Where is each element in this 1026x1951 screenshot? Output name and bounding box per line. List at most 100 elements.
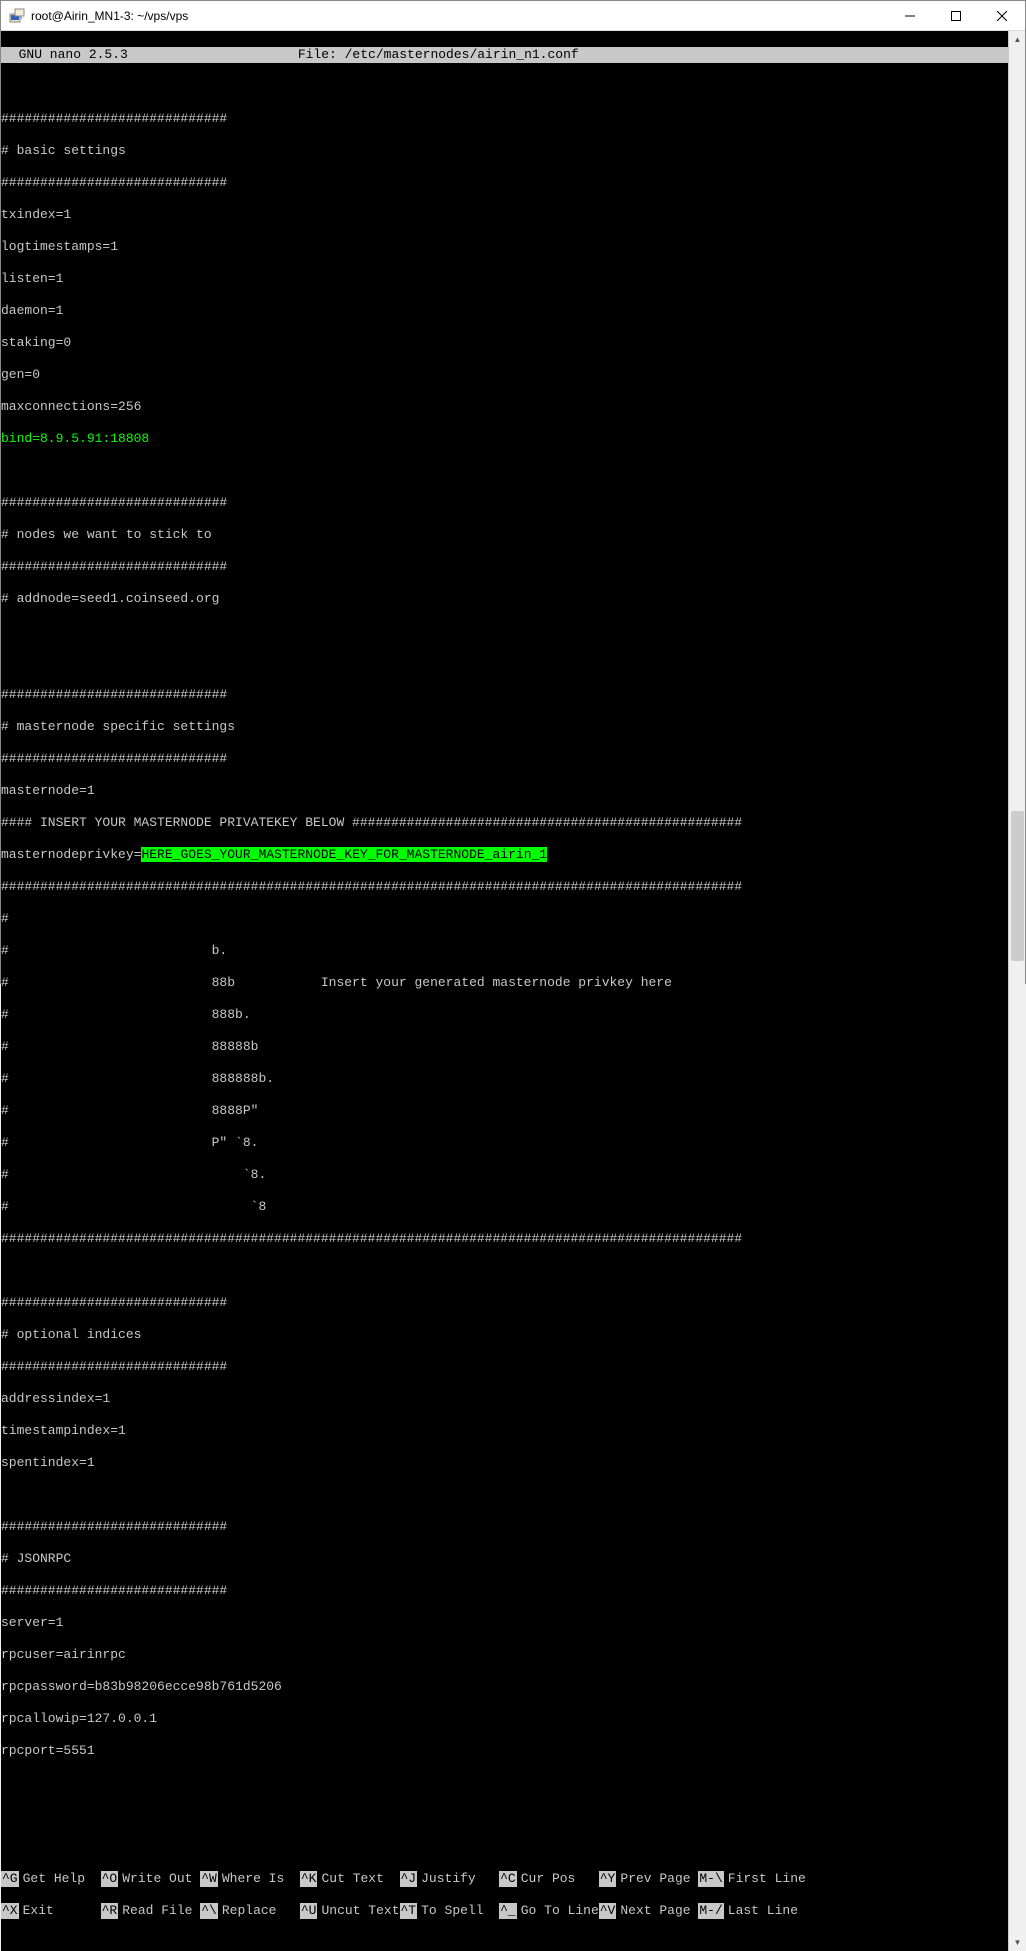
shortcut-key: ^K xyxy=(300,1871,318,1887)
shortcut-label: Where Is xyxy=(222,1871,300,1887)
shortcut-label: Next Page xyxy=(620,1903,698,1919)
shortcut-label: Go To Line xyxy=(521,1903,599,1919)
config-line: gen=0 xyxy=(1,367,1008,383)
config-line-bind: bind=8.9.5.91:18808 xyxy=(1,431,1008,447)
shortcut-label: First Line xyxy=(728,1871,806,1887)
nano-header: GNU nano 2.5.3File: /etc/masternodes/air… xyxy=(1,47,1008,63)
config-line: ############################# xyxy=(1,1295,1008,1311)
shortcut-key: ^C xyxy=(499,1871,517,1887)
config-line: ########################################… xyxy=(1,879,1008,895)
config-line: rpcuser=airinrpc xyxy=(1,1647,1008,1663)
config-line: # masternode specific settings xyxy=(1,719,1008,735)
scroll-thumb[interactable] xyxy=(1011,811,1024,961)
nano-shortcuts-row1: ^GGet Help ^OWrite Out ^WWhere Is ^KCut … xyxy=(1,1871,1008,1887)
shortcut-label: Read File xyxy=(122,1903,200,1919)
shortcut-label: Exit xyxy=(23,1903,101,1919)
terminal-container: GNU nano 2.5.3File: /etc/masternodes/air… xyxy=(1,31,1025,1951)
shortcut-key: ^\ xyxy=(200,1903,218,1919)
config-line: logtimestamps=1 xyxy=(1,239,1008,255)
shortcut-label: Cut Text xyxy=(321,1871,399,1887)
config-line: ############################# xyxy=(1,175,1008,191)
putty-icon xyxy=(9,8,25,24)
config-line: ############################# xyxy=(1,559,1008,575)
putty-window: root@Airin_MN1-3: ~/vps/vps GNU nano 2.5… xyxy=(0,0,1026,984)
ascii-art-line: # 88b Insert your generated masternode p… xyxy=(1,975,1008,991)
config-line: timestampindex=1 xyxy=(1,1423,1008,1439)
ascii-art-line: # b. xyxy=(1,943,1008,959)
shortcut-label: Cur Pos xyxy=(521,1871,599,1887)
shortcut-key: ^O xyxy=(101,1871,119,1887)
shortcut-key: ^V xyxy=(599,1903,617,1919)
blank-line xyxy=(1,1839,1008,1855)
shortcut-label: Last Line xyxy=(728,1903,798,1919)
shortcut-key: ^U xyxy=(300,1903,318,1919)
config-line: ############################# xyxy=(1,1519,1008,1535)
blank-line xyxy=(1,1263,1008,1279)
scrollbar[interactable]: ▲ ▼ xyxy=(1008,31,1025,1951)
config-line: listen=1 xyxy=(1,271,1008,287)
shortcut-key: ^W xyxy=(200,1871,218,1887)
ascii-art-line: # xyxy=(1,911,1008,927)
config-line: ############################# xyxy=(1,751,1008,767)
shortcut-key: ^G xyxy=(1,1871,19,1887)
config-line: # basic settings xyxy=(1,143,1008,159)
config-line: # optional indices xyxy=(1,1327,1008,1343)
shortcut-label: Write Out xyxy=(122,1871,200,1887)
shortcut-key: ^_ xyxy=(499,1903,517,1919)
config-line: txindex=1 xyxy=(1,207,1008,223)
ascii-art-line: # P" `8. xyxy=(1,1135,1008,1151)
config-line: daemon=1 xyxy=(1,303,1008,319)
ascii-art-line: # 8888P" xyxy=(1,1103,1008,1119)
shortcut-key: M-/ xyxy=(698,1903,723,1919)
config-line: rpcallowip=127.0.0.1 xyxy=(1,1711,1008,1727)
config-line: # nodes we want to stick to xyxy=(1,527,1008,543)
shortcut-label: To Spell xyxy=(421,1903,499,1919)
config-line: ############################# xyxy=(1,495,1008,511)
blank-line xyxy=(1,655,1008,671)
config-line: spentindex=1 xyxy=(1,1455,1008,1471)
ascii-art-line: # 888888b. xyxy=(1,1071,1008,1087)
privkey-prefix: masternodeprivkey= xyxy=(1,847,141,862)
scroll-up-icon[interactable]: ▲ xyxy=(1009,31,1026,48)
blank-line xyxy=(1,1487,1008,1503)
maximize-button[interactable] xyxy=(933,1,979,31)
config-line: ############################# xyxy=(1,1359,1008,1375)
privkey-line: masternodeprivkey=HERE_GOES_YOUR_MASTERN… xyxy=(1,847,1008,863)
config-line: # JSONRPC xyxy=(1,1551,1008,1567)
config-line: rpcpassword=b83b98206ecce98b761d5206 xyxy=(1,1679,1008,1695)
shortcut-key: ^T xyxy=(400,1903,418,1919)
config-line: maxconnections=256 xyxy=(1,399,1008,415)
ascii-art-line: # `8. xyxy=(1,1167,1008,1183)
titlebar[interactable]: root@Airin_MN1-3: ~/vps/vps xyxy=(1,1,1025,31)
config-line: ############################# xyxy=(1,111,1008,127)
config-line: addressindex=1 xyxy=(1,1391,1008,1407)
shortcut-label: Replace xyxy=(222,1903,300,1919)
minimize-button[interactable] xyxy=(887,1,933,31)
blank-line xyxy=(1,463,1008,479)
config-line: server=1 xyxy=(1,1615,1008,1631)
shortcut-label: Prev Page xyxy=(620,1871,698,1887)
shortcut-key: ^R xyxy=(101,1903,119,1919)
window-title: root@Airin_MN1-3: ~/vps/vps xyxy=(31,9,887,23)
shortcut-key: M-\ xyxy=(698,1871,723,1887)
blank-line xyxy=(1,1807,1008,1823)
shortcut-key: ^Y xyxy=(599,1871,617,1887)
shortcut-label: Justify xyxy=(421,1871,499,1887)
config-line: #### INSERT YOUR MASTERNODE PRIVATEKEY B… xyxy=(1,815,1008,831)
config-line: rpcport=5551 xyxy=(1,1743,1008,1759)
privkey-placeholder: HERE_GOES_YOUR_MASTERNODE_KEY_FOR_MASTER… xyxy=(141,847,547,862)
close-button[interactable] xyxy=(979,1,1025,31)
ascii-art-line: # 88888b xyxy=(1,1039,1008,1055)
shortcut-key: ^J xyxy=(400,1871,418,1887)
blank-line xyxy=(1,623,1008,639)
shortcut-label: Get Help xyxy=(23,1871,101,1887)
config-line: masternode=1 xyxy=(1,783,1008,799)
config-line: ############################# xyxy=(1,687,1008,703)
config-line: ########################################… xyxy=(1,1231,1008,1247)
scroll-down-icon[interactable]: ▼ xyxy=(1009,1934,1026,1951)
blank-line xyxy=(1,79,1008,95)
ascii-art-line: # 888b. xyxy=(1,1007,1008,1023)
nano-shortcuts-row2: ^XExit ^RRead File ^\Replace ^UUncut Tex… xyxy=(1,1903,1008,1919)
nano-app-name: GNU nano 2.5.3 xyxy=(1,47,128,63)
terminal[interactable]: GNU nano 2.5.3File: /etc/masternodes/air… xyxy=(1,31,1008,1951)
